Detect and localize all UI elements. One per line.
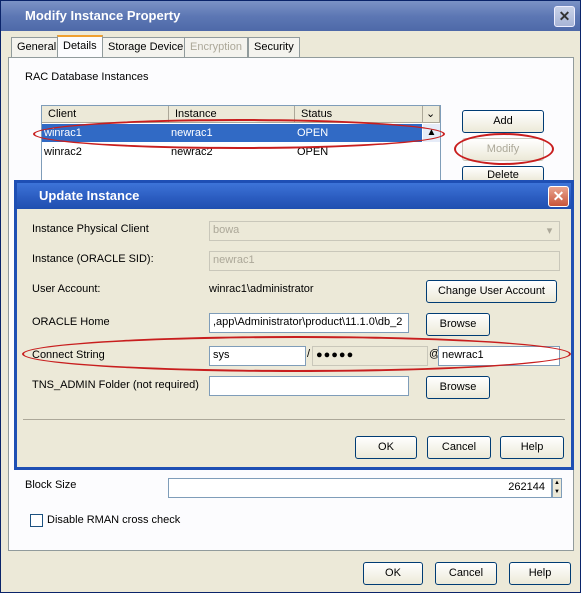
physical-client-value: bowa bbox=[213, 224, 240, 236]
tns-admin-label: TNS_ADMIN Folder (not required) bbox=[32, 379, 199, 391]
instance-sid-label: Instance (ORACLE SID): bbox=[32, 253, 154, 265]
block-size-label: Block Size bbox=[25, 479, 77, 491]
tns-admin-field[interactable] bbox=[209, 376, 409, 396]
highlight-connect-ellipse bbox=[22, 336, 571, 372]
columns-dropdown-icon[interactable]: ⌄ bbox=[423, 106, 440, 123]
user-account-label: User Account: bbox=[32, 283, 101, 295]
tab-general[interactable]: General bbox=[11, 37, 63, 57]
add-button[interactable]: Add bbox=[462, 110, 544, 133]
highlight-row-ellipse bbox=[33, 119, 445, 149]
inner-help-button[interactable]: Help bbox=[500, 436, 564, 459]
user-account-value: winrac1\administrator bbox=[209, 283, 314, 295]
block-size-stepper[interactable]: ▲ ▼ bbox=[552, 478, 562, 498]
outer-titlebar: Modify Instance Property bbox=[1, 1, 580, 31]
oracle-home-field[interactable]: ,app\Administrator\product\11.1.0\db_2 bbox=[209, 313, 409, 333]
tns-admin-browse-button[interactable]: Browse bbox=[426, 376, 490, 399]
tab-storage-device[interactable]: Storage Device bbox=[102, 37, 190, 57]
oracle-home-browse-button[interactable]: Browse bbox=[426, 313, 490, 336]
chevron-down-icon: ▾ bbox=[546, 225, 553, 237]
instance-sid-field: newrac1 bbox=[209, 251, 560, 271]
outer-close-icon[interactable]: ✕ bbox=[554, 6, 575, 27]
oracle-home-label: ORACLE Home bbox=[32, 316, 110, 328]
inner-cancel-button[interactable]: Cancel bbox=[427, 436, 491, 459]
update-instance-dialog: Update Instance ✕ Instance Physical Clie… bbox=[14, 180, 574, 470]
tab-encryption: Encryption bbox=[184, 37, 248, 57]
outer-title: Modify Instance Property bbox=[25, 8, 181, 23]
ok-button[interactable]: OK bbox=[363, 562, 423, 585]
tab-details[interactable]: Details bbox=[57, 35, 103, 57]
tab-security[interactable]: Security bbox=[248, 37, 300, 57]
rman-checkbox[interactable] bbox=[30, 514, 43, 527]
help-button[interactable]: Help bbox=[509, 562, 571, 585]
inner-titlebar: Update Instance bbox=[17, 183, 571, 209]
physical-client-label: Instance Physical Client bbox=[32, 223, 149, 235]
change-user-account-button[interactable]: Change User Account bbox=[426, 280, 557, 303]
block-size-field[interactable]: 262144 bbox=[168, 478, 552, 498]
inner-ok-button[interactable]: OK bbox=[355, 436, 417, 459]
rac-instances-label: RAC Database Instances bbox=[25, 71, 149, 83]
inner-close-icon[interactable]: ✕ bbox=[548, 186, 569, 207]
rman-label: Disable RMAN cross check bbox=[47, 514, 181, 526]
physical-client-select: bowa ▾ bbox=[209, 221, 560, 241]
highlight-modify-ellipse bbox=[454, 133, 554, 165]
cancel-button[interactable]: Cancel bbox=[435, 562, 497, 585]
inner-title: Update Instance bbox=[39, 188, 140, 203]
inner-divider bbox=[23, 419, 565, 420]
